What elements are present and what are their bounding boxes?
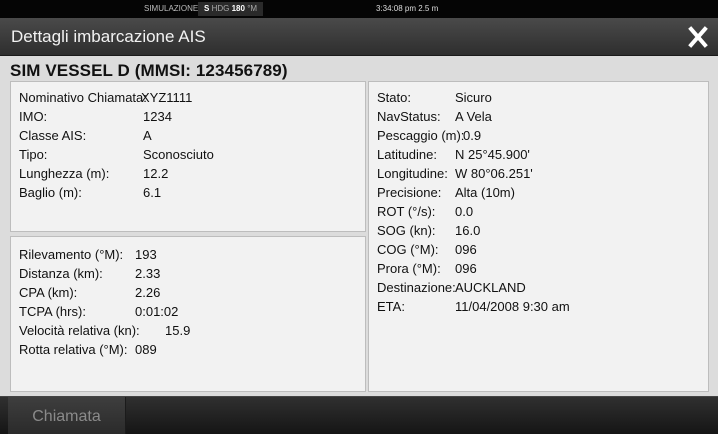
simulation-indicator: SIMULAZIONE...	[144, 4, 205, 13]
field-label: Nominativo Chiamata:	[19, 90, 147, 105]
field-label: Rilevamento (°M):	[19, 247, 124, 262]
status-panel: Stato: Sicuro NavStatus: A Vela Pescaggio (m…	[368, 81, 709, 392]
field-label: TCPA (hrs):	[19, 304, 86, 319]
navigation-panel: Rilevamento (°M): 193 Distanza (km): 2.33 CP…	[10, 236, 366, 392]
field-value: 16.0	[455, 223, 481, 238]
field-value: 193	[135, 247, 157, 262]
field-label: SOG (kn):	[377, 223, 436, 238]
heading-source: S	[204, 4, 210, 13]
dialog-content: SIM VESSEL D (MMSI: 123456789) Nominativ…	[0, 56, 718, 396]
heading-label: HDG	[211, 4, 230, 13]
field-label: Longitudine:	[377, 166, 448, 181]
bottom-toolbar: Chiamata	[0, 396, 718, 434]
field-value: 11/04/2008 9:30 am	[455, 299, 570, 314]
field-value: 0.9	[463, 128, 482, 143]
field-label: Velocità relativa (kn):	[19, 323, 140, 338]
field-label: Baglio (m):	[19, 185, 82, 200]
close-icon	[683, 24, 713, 50]
field-label: Pescaggio (m):	[377, 128, 465, 143]
field-value: Alta (10m)	[455, 185, 515, 200]
field-label: ETA:	[377, 299, 405, 314]
heading-unit: °M	[247, 4, 258, 13]
heading-value: 180	[231, 4, 245, 13]
field-label: Lunghezza (m):	[19, 166, 110, 181]
field-label: COG (°M):	[377, 242, 439, 257]
field-label: Tipo:	[19, 147, 48, 162]
field-label: Classe AIS:	[19, 128, 87, 143]
field-label: Distanza (km):	[19, 266, 103, 281]
field-label: Stato:	[377, 90, 411, 105]
field-label: Destinazione:	[377, 280, 456, 295]
field-value: 1234	[143, 109, 172, 124]
field-label: CPA (km):	[19, 285, 78, 300]
field-value: A Vela	[455, 109, 492, 124]
field-value: Sconosciuto	[143, 147, 214, 162]
field-value: Sicuro	[455, 90, 492, 105]
field-value: 12.2	[143, 166, 169, 181]
field-value: 15.9	[165, 323, 191, 338]
field-value: A	[143, 128, 152, 143]
field-value: 0.0	[455, 204, 474, 219]
dialog-titlebar: Dettagli imbarcazione AIS	[0, 18, 718, 56]
field-value: 2.26	[135, 285, 161, 300]
status-bar: SIMULAZIONE... S HDG 180 °M 3:34:08 pm 2…	[0, 0, 718, 18]
field-value: 096	[455, 242, 477, 257]
field-label: Prora (°M):	[377, 261, 441, 276]
field-value: XYZ1111	[141, 90, 193, 105]
field-value: 2.33	[135, 266, 161, 281]
field-label: NavStatus:	[377, 109, 441, 124]
field-value: W 80°06.251'	[455, 166, 533, 181]
field-value: 096	[455, 261, 477, 276]
field-label: Rotta relativa (°M):	[19, 342, 128, 357]
time-readout: 3:34:08 pm 2.5 m	[376, 4, 439, 13]
dialog-title: Dettagli imbarcazione AIS	[11, 27, 206, 46]
field-value: AUCKLAND	[455, 280, 526, 295]
field-label: IMO:	[19, 109, 48, 124]
close-button[interactable]	[683, 24, 713, 50]
call-button[interactable]: Chiamata	[8, 397, 126, 434]
field-value: N 25°45.900'	[455, 147, 530, 162]
field-value: 6.1	[143, 185, 162, 200]
field-value: 0:01:02	[135, 304, 179, 319]
heading-readout[interactable]: S HDG 180 °M	[198, 2, 264, 16]
field-value: 089	[135, 342, 157, 357]
identity-panel: Nominativo Chiamata: XYZ1111 IMO: 1234 Class…	[10, 81, 366, 232]
field-label: ROT (°/s):	[377, 204, 436, 219]
field-label: Precisione:	[377, 185, 442, 200]
field-label: Latitudine:	[377, 147, 437, 162]
